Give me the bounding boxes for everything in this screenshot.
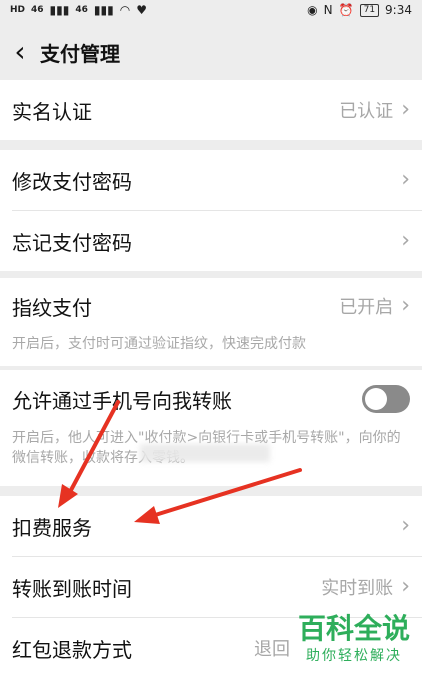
row-fingerprint-pay[interactable]: 指纹支付 已开启 › (0, 278, 422, 334)
chevron-right-icon: › (401, 293, 410, 318)
signal-icon-2: ▮▮▮ (93, 3, 114, 17)
row-value: 实时到账 (321, 578, 394, 599)
row-allow-phone-transfer: 允许通过手机号向我转账 (0, 370, 422, 428)
privacy-blur (140, 444, 270, 462)
section-phone-transfer: 允许通过手机号向我转账 开启后，他人可进入"收付款>向银行卡或手机号转账"，向你… (0, 370, 422, 486)
nfc-icon: N (323, 3, 333, 17)
row-deduction-service[interactable]: 扣费服务 › (0, 496, 422, 556)
chevron-right-icon: › (401, 513, 410, 538)
battery-indicator: 71 (359, 3, 380, 17)
watermark-sub: 助你轻松解决 (305, 648, 402, 664)
phone-transfer-toggle[interactable] (362, 385, 410, 413)
row-value: 已开启 (339, 297, 394, 318)
status-left: HD 46 ▮▮▮ 46 ▮▮▮ ◠ ♥ (10, 3, 147, 17)
heart-icon: ♥ (136, 3, 147, 17)
clock-time: 9:34 (385, 3, 412, 17)
row-forgot-pay-password[interactable]: 忘记支付密码 › (0, 211, 422, 271)
section-password: 修改支付密码 › 忘记支付密码 › (0, 150, 422, 271)
chevron-right-icon: › (401, 97, 410, 122)
back-chevron-icon: ‹ (14, 35, 26, 68)
row-label: 红包退款方式 (12, 637, 132, 662)
row-hint: 开启后，支付时可通过验证指纹，快速完成付款 (12, 336, 306, 352)
section-identity: 实名认证 已认证 › (0, 80, 422, 140)
navigation-bar: ‹ 支付管理 (0, 24, 422, 80)
status-bar: HD 46 ▮▮▮ 46 ▮▮▮ ◠ ♥ ◉ N ⏰ 71 9:34 (0, 0, 422, 20)
row-value: 退回 (254, 639, 290, 660)
watermark-logo: 百科全说 助你轻松解决 (298, 613, 410, 665)
wifi-icon: ◠ (119, 3, 131, 17)
chevron-right-icon: › (401, 574, 410, 599)
chevron-right-icon: › (401, 228, 410, 253)
network-indicator-2: 46 (75, 5, 88, 15)
toggle-knob (365, 388, 387, 410)
row-transfer-arrival-time[interactable]: 转账到账时间 实时到账 › (0, 557, 422, 617)
page-title: 支付管理 (40, 41, 120, 66)
section-fingerprint: 指纹支付 已开启 › 开启后，支付时可通过验证指纹，快速完成付款 (0, 278, 422, 366)
row-label: 转账到账时间 (12, 576, 132, 601)
status-right: ◉ N ⏰ 71 9:34 (307, 3, 412, 17)
watermark-main: 百科全说 (297, 612, 410, 645)
row-real-name-auth[interactable]: 实名认证 已认证 › (0, 80, 422, 140)
row-change-pay-password[interactable]: 修改支付密码 › (0, 150, 422, 210)
row-label: 指纹支付 (12, 295, 92, 320)
row-value: 已认证 (339, 101, 394, 122)
row-label: 扣费服务 (12, 515, 92, 540)
eye-icon: ◉ (307, 3, 318, 17)
chevron-right-icon: › (401, 167, 410, 192)
network-indicator-1: 46 (31, 5, 44, 15)
back-button[interactable]: ‹ (0, 24, 40, 80)
row-label: 忘记支付密码 (12, 230, 132, 255)
hd-indicator: HD (10, 5, 26, 15)
row-label: 允许通过手机号向我转账 (12, 388, 232, 413)
alarm-icon: ⏰ (338, 3, 354, 17)
row-label: 修改支付密码 (12, 169, 132, 194)
signal-icon: ▮▮▮ (49, 3, 70, 17)
row-label: 实名认证 (12, 99, 92, 124)
